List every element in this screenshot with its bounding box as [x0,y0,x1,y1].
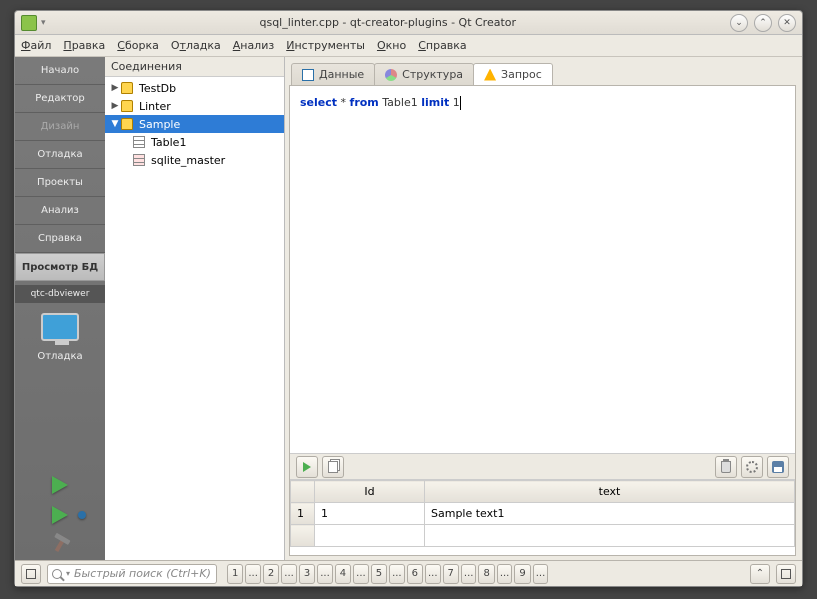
connections-tree[interactable]: ▶TestDb ▶Linter ▼Sample Table1 sqlite_ma… [105,77,284,560]
mode-help[interactable]: Справка [15,225,105,253]
delete-button[interactable] [715,456,737,478]
expand-icon[interactable]: ▶ [109,101,121,111]
menu-file[interactable]: ФФайлайл [21,39,51,52]
collapse-icon[interactable]: ▼ [109,119,121,129]
menu-edit[interactable]: Правка [63,39,105,52]
kit-icon[interactable] [15,303,105,351]
project-selector[interactable]: qtc-dbviewer [15,285,105,303]
titlebar: ▾ qsql_linter.cpp - qt-creator-plugins -… [15,11,802,35]
menubar: ФФайлайл Правка Сборка Отладка Анализ Ин… [15,35,802,57]
execute-button[interactable] [296,456,318,478]
run-button[interactable] [15,470,105,500]
pane-8[interactable]: 8 [478,564,494,584]
mode-analyze[interactable]: Анализ [15,197,105,225]
text-cursor [460,96,461,110]
build-button[interactable] [15,530,105,560]
mode-sidebar: Начало Редактор Дизайн Отладка Проекты А… [15,57,105,560]
run-config-label: Отладка [15,351,105,362]
table-row[interactable]: 1 1 Sample text1 [291,503,795,525]
connections-header: Соединения [105,57,284,77]
connections-panel: Соединения ▶TestDb ▶Linter ▼Sample Table… [105,57,285,560]
debug-run-button[interactable] [15,500,105,530]
structure-icon [385,69,397,81]
copy-button[interactable] [322,456,344,478]
toggle-sidebar-button[interactable] [21,564,41,584]
pane-9[interactable]: 9 [514,564,530,584]
tree-node-sample[interactable]: ▼Sample [105,115,284,133]
pane-5[interactable]: 5 [371,564,387,584]
pane-3[interactable]: 3 [299,564,315,584]
close-pane-button[interactable]: ⌃ [750,564,770,584]
pane-4[interactable]: 4 [335,564,351,584]
copy-icon [328,461,338,473]
pane-6[interactable]: 6 [407,564,423,584]
table-icon [133,154,145,166]
mode-dbviewer[interactable]: Просмотр БД [15,253,105,281]
mode-welcome[interactable]: Начало [15,57,105,85]
tab-bar: Данные Структура Запрос [285,61,796,85]
query-icon [484,69,496,81]
search-icon [52,569,62,579]
save-icon [772,461,784,473]
row-header[interactable]: 1 [291,503,315,525]
close-button[interactable]: ✕ [778,14,796,32]
app-icon [21,15,37,31]
menu-window[interactable]: Окно [377,39,406,52]
titlebar-chevron-icon[interactable]: ▾ [41,18,46,28]
toggle-output-button[interactable] [776,564,796,584]
save-button[interactable] [767,456,789,478]
play-icon [303,462,311,472]
database-icon [121,118,133,130]
table-icon [133,136,145,148]
menu-help[interactable]: Справка [418,39,466,52]
window-title: qsql_linter.cpp - qt-creator-plugins - Q… [52,16,724,29]
mode-design: Дизайн [15,113,105,141]
tree-node-linter[interactable]: ▶Linter [105,97,284,115]
tree-node-testdb[interactable]: ▶TestDb [105,79,284,97]
gear-icon [746,461,758,473]
mode-debug[interactable]: Отладка [15,141,105,169]
tab-query[interactable]: Запрос [473,63,553,85]
menu-debug[interactable]: Отладка [171,39,221,52]
pane-7[interactable]: 7 [443,564,459,584]
settings-button[interactable] [741,456,763,478]
table-row-empty [291,525,795,547]
col-header-id[interactable]: Id [315,481,425,503]
tree-node-table1[interactable]: Table1 [105,133,284,151]
corner-header[interactable] [291,481,315,503]
mode-projects[interactable]: Проекты [15,169,105,197]
database-icon [121,100,133,112]
mode-editor[interactable]: Редактор [15,85,105,113]
main-panel: Данные Структура Запрос select * from Ta… [285,57,802,560]
search-placeholder: Быстрый поиск (Ctrl+K) [74,567,211,580]
pane-2[interactable]: 2 [263,564,279,584]
results-grid[interactable]: Id text 1 1 Sample text1 [290,479,795,555]
table-header-row: Id text [291,481,795,503]
output-pane-buttons: 1... 2... 3... 4... 5... 6... 7... 8... … [227,564,548,584]
query-content: select * from Table1 limit 1 Id text [289,85,796,556]
statusbar: ▾ Быстрый поиск (Ctrl+K) 1... 2... 3... … [15,560,802,586]
tree-node-sqlite-master[interactable]: sqlite_master [105,151,284,169]
menu-build[interactable]: Сборка [117,39,159,52]
panel-icon [781,569,791,579]
cell-text[interactable]: Sample text1 [425,503,795,525]
pane-1[interactable]: 1 [227,564,243,584]
minimize-button[interactable]: ⌄ [730,14,748,32]
database-icon [121,82,133,94]
quick-search[interactable]: ▾ Быстрый поиск (Ctrl+K) [47,564,217,584]
sql-editor[interactable]: select * from Table1 limit 1 [290,86,795,453]
menu-tools[interactable]: Инструменты [286,39,365,52]
panel-icon [26,569,36,579]
expand-icon[interactable]: ▶ [109,83,121,93]
tab-structure[interactable]: Структура [374,63,474,85]
cell-id[interactable]: 1 [315,503,425,525]
trash-icon [721,461,731,473]
tab-data[interactable]: Данные [291,63,375,85]
menu-analyze[interactable]: Анализ [233,39,275,52]
query-toolbar [290,453,795,479]
col-header-text[interactable]: text [425,481,795,503]
maximize-button[interactable]: ⌃ [754,14,772,32]
data-icon [302,69,314,81]
